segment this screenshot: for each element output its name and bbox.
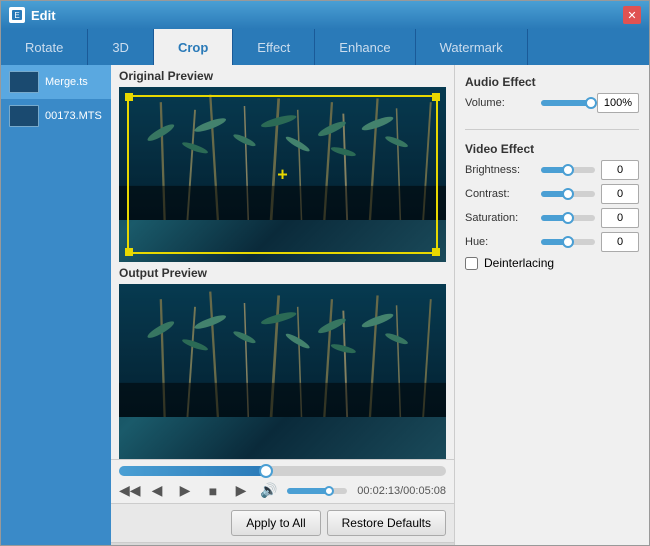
saturation-value-input[interactable] (601, 208, 639, 228)
close-window-button[interactable]: ✕ (623, 6, 641, 24)
prev-frame-button[interactable]: ◀ (147, 482, 167, 499)
original-video-container: + (119, 87, 446, 262)
original-preview-section: Original Preview (111, 65, 454, 262)
hue-control-row: Hue: (465, 232, 639, 252)
contrast-value-input[interactable] (601, 184, 639, 204)
apply-to-all-button[interactable]: Apply to All (231, 510, 320, 536)
right-effects-panel: Audio Effect Volume: Video Effect (454, 65, 649, 545)
tab-enhance[interactable]: Enhance (315, 29, 415, 65)
content-area: Merge.ts 00173.MTS Original Preview (1, 65, 649, 545)
time-display: 00:02:13/00:05:08 (357, 485, 446, 497)
main-panel: Original Preview (111, 65, 454, 545)
volume-label: Volume: (465, 97, 535, 109)
stop-button[interactable]: ■ (203, 483, 223, 499)
output-preview-section: Output Preview (111, 262, 454, 459)
tab-crop[interactable]: Crop (154, 29, 233, 65)
tab-3d[interactable]: 3D (88, 29, 154, 65)
output-video-container (119, 284, 446, 459)
tab-watermark[interactable]: Watermark (416, 29, 528, 65)
edit-window: E Edit ✕ Rotate 3D Crop Effect Enhance W… (0, 0, 650, 546)
volume-spinner[interactable] (597, 93, 639, 113)
video-effect-title: Video Effect (465, 142, 639, 156)
svg-text:E: E (14, 11, 19, 20)
original-video-frame: + (119, 87, 446, 262)
original-preview-label: Original Preview (111, 65, 454, 87)
playback-progress-bar[interactable] (119, 466, 446, 476)
bottom-action-row: Apply to All Restore Defaults (111, 503, 454, 542)
audio-effect-title: Audio Effect (465, 75, 639, 89)
file-name-merge: Merge.ts (45, 76, 88, 88)
brightness-thumb[interactable] (562, 164, 574, 176)
volume-slider[interactable] (287, 488, 347, 494)
brightness-label: Brightness: (465, 164, 535, 176)
deinterlacing-checkbox[interactable] (465, 257, 478, 270)
window-title: Edit (31, 8, 623, 23)
file-thumbnail-00173 (9, 105, 39, 127)
file-panel: Merge.ts 00173.MTS (1, 65, 111, 545)
crop-handle-tr[interactable] (432, 93, 440, 101)
brightness-spinner[interactable] (601, 160, 639, 180)
contrast-control-row: Contrast: (465, 184, 639, 204)
app-icon: E (9, 7, 25, 23)
file-name-00173: 00173.MTS (45, 110, 102, 122)
separator-1 (465, 129, 639, 130)
tab-bar: Rotate 3D Crop Effect Enhance Watermark (1, 29, 649, 65)
contrast-track[interactable] (541, 191, 595, 197)
crop-handle-br[interactable] (432, 248, 440, 256)
crop-center-marker: + (277, 164, 288, 185)
brightness-track[interactable] (541, 167, 595, 173)
file-thumbnail-merge (9, 71, 39, 93)
volume-value-input[interactable] (597, 93, 639, 113)
volume-icon: 🔊 (259, 482, 279, 499)
crop-handle-bl[interactable] (125, 248, 133, 256)
output-preview-label: Output Preview (111, 262, 454, 284)
saturation-label: Saturation: (465, 212, 535, 224)
volume-control-row: Volume: (465, 93, 639, 113)
skip-start-button[interactable]: ◀◀ (119, 482, 139, 499)
crop-handle-tl[interactable] (125, 93, 133, 101)
next-frame-button[interactable]: ▶ (231, 482, 251, 499)
file-item-merge[interactable]: Merge.ts (1, 65, 111, 99)
hue-value-input[interactable] (601, 232, 639, 252)
volume-thumb-audio[interactable] (585, 97, 597, 109)
title-bar: E Edit ✕ (1, 1, 649, 29)
output-video-frame (119, 284, 446, 459)
deinterlacing-row: Deinterlacing (465, 256, 639, 270)
controls-bar: ◀◀ ◀ ▶ ■ ▶ 🔊 00:02:13/00:05:08 (111, 459, 454, 503)
contrast-thumb[interactable] (562, 188, 574, 200)
tab-effect[interactable]: Effect (233, 29, 315, 65)
deinterlacing-label: Deinterlacing (484, 256, 554, 270)
volume-track[interactable] (541, 100, 591, 106)
playback-controls: ◀◀ ◀ ▶ ■ ▶ 🔊 00:02:13/00:05:08 (119, 482, 446, 499)
hue-thumb[interactable] (562, 236, 574, 248)
hue-track[interactable] (541, 239, 595, 245)
contrast-label: Contrast: (465, 188, 535, 200)
crop-border: + (127, 95, 438, 254)
contrast-spinner[interactable] (601, 184, 639, 204)
output-video-art (119, 284, 446, 417)
video-effect-section: Video Effect Brightness: Contrast: (465, 142, 639, 270)
restore-defaults-button[interactable]: Restore Defaults (327, 510, 446, 536)
volume-fill-audio (541, 100, 591, 106)
tab-rotate[interactable]: Rotate (1, 29, 88, 65)
file-item-00173[interactable]: 00173.MTS (1, 99, 111, 133)
audio-effect-section: Audio Effect Volume: (465, 75, 639, 117)
saturation-spinner[interactable] (601, 208, 639, 228)
brightness-value-input[interactable] (601, 160, 639, 180)
saturation-thumb[interactable] (562, 212, 574, 224)
hue-spinner[interactable] (601, 232, 639, 252)
volume-thumb[interactable] (324, 486, 334, 496)
play-button[interactable]: ▶ (175, 482, 195, 499)
saturation-track[interactable] (541, 215, 595, 221)
bottom-buttons-row: Restore All Apply Close (111, 542, 454, 545)
progress-thumb[interactable] (259, 464, 273, 478)
saturation-control-row: Saturation: (465, 208, 639, 228)
volume-fill (287, 488, 329, 494)
brightness-control-row: Brightness: (465, 160, 639, 180)
progress-fill (119, 466, 266, 476)
hue-label: Hue: (465, 236, 535, 248)
